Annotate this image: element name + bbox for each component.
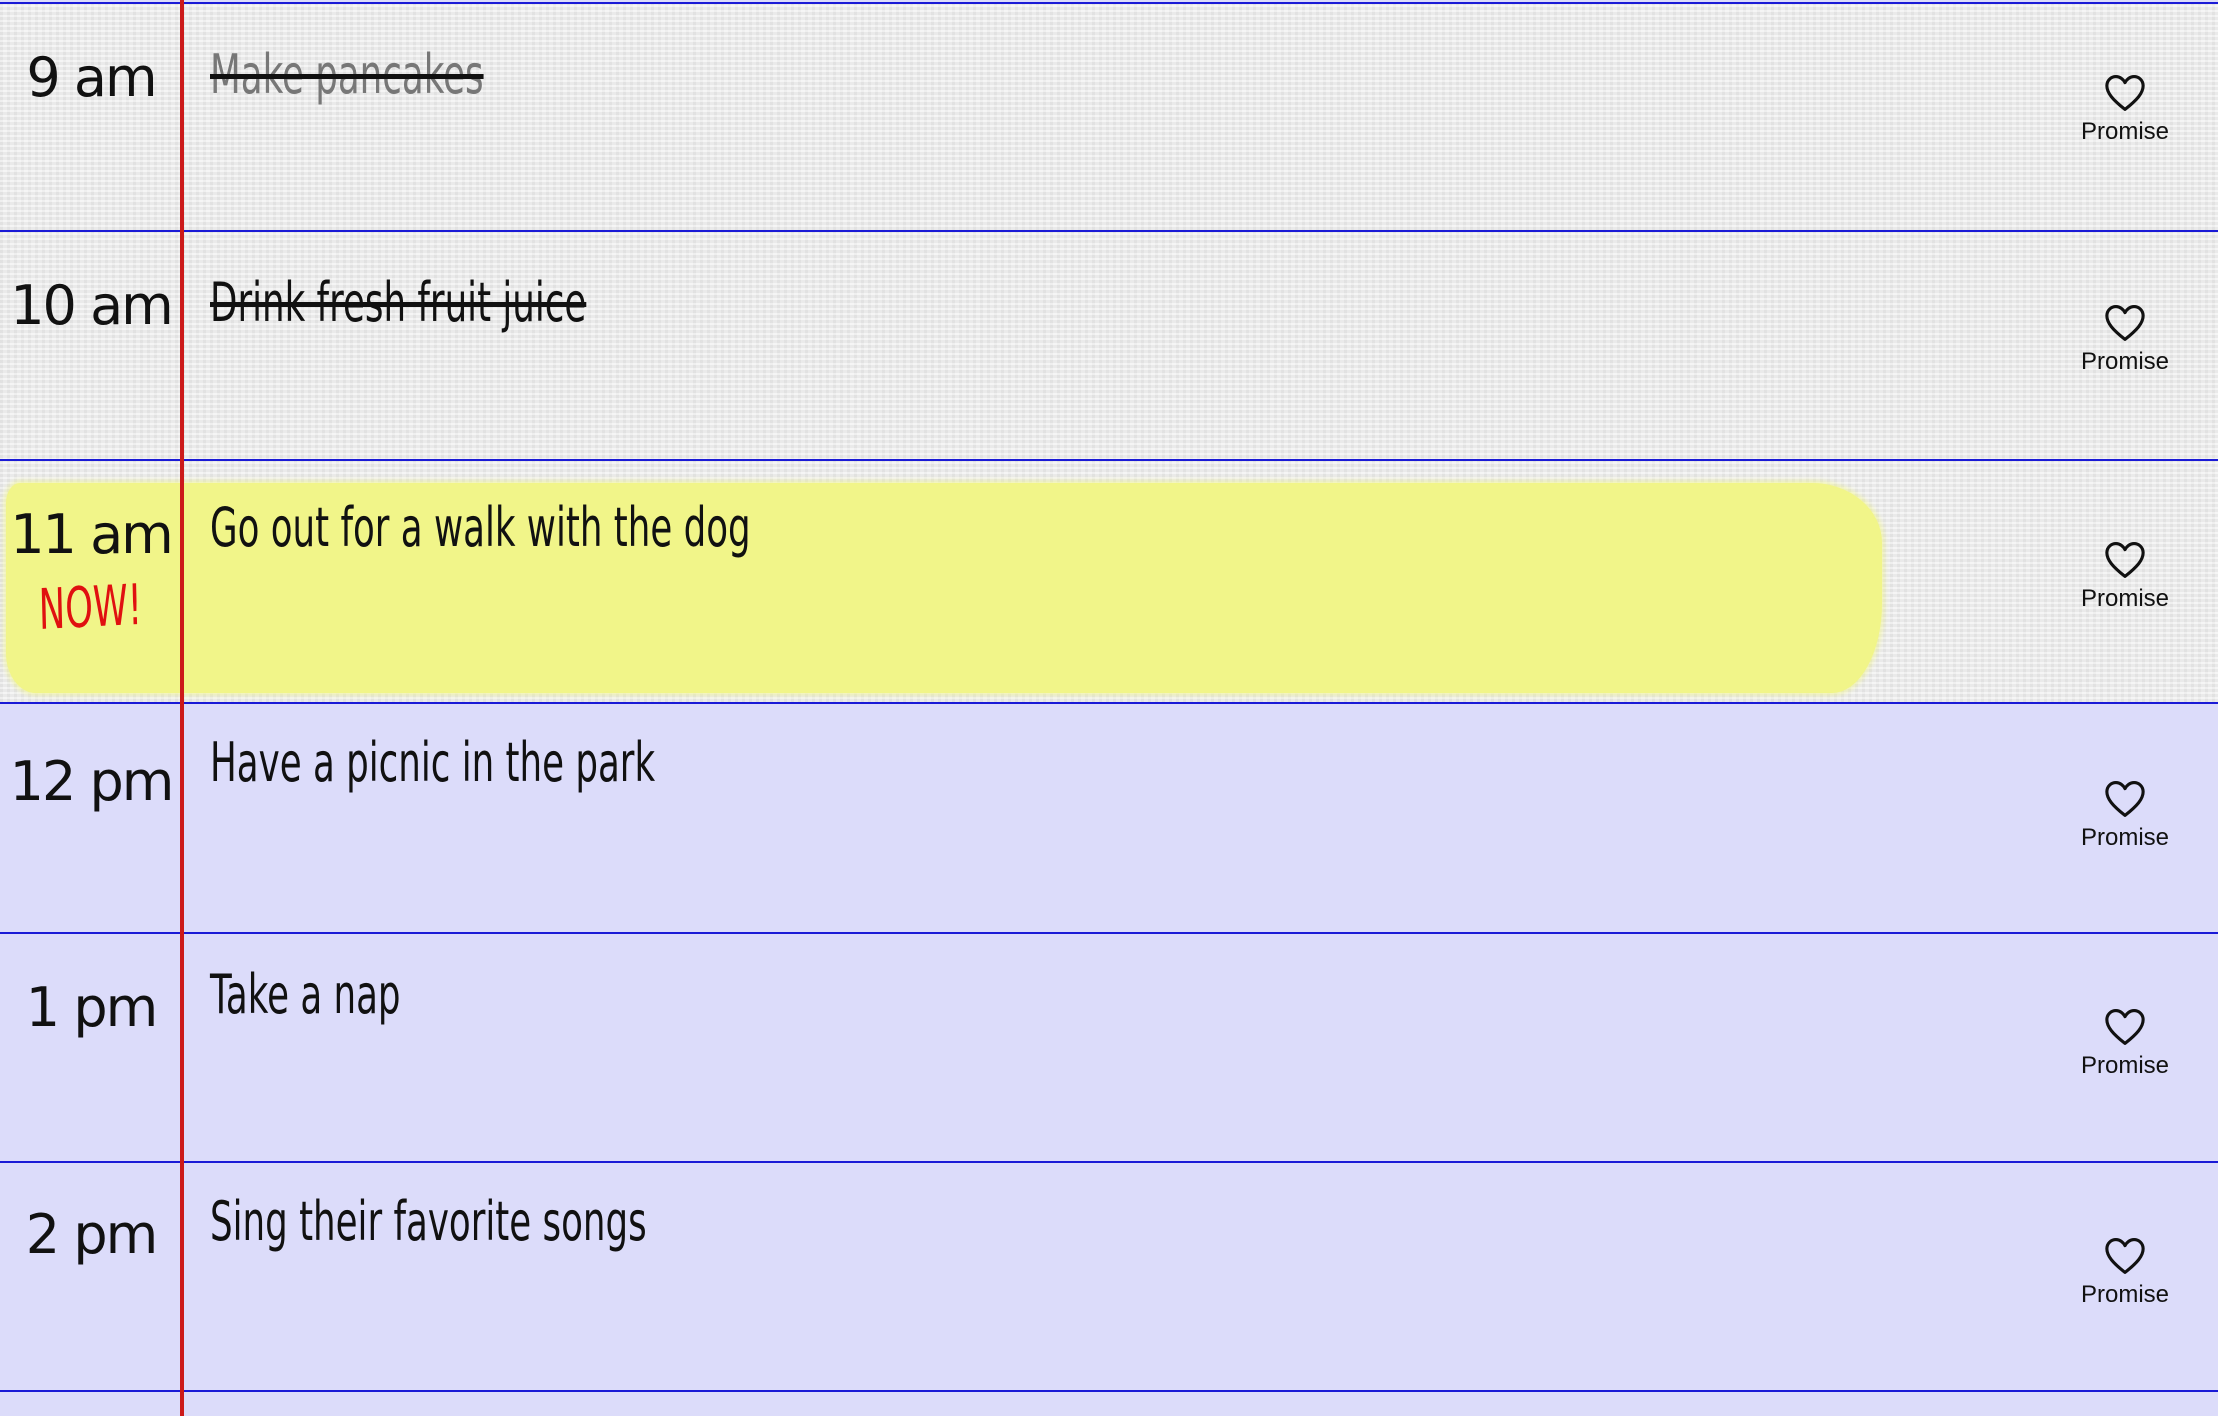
- task-text[interactable]: Drink fresh fruit juice: [210, 276, 586, 330]
- promise-label: Promise: [2080, 1281, 2170, 1308]
- time-label: 10 am: [10, 274, 174, 337]
- promise-button[interactable]: Promise: [2070, 74, 2180, 164]
- time-label: 11 am: [10, 503, 174, 566]
- heart-outline-icon: [2105, 305, 2145, 341]
- promise-button[interactable]: Promise: [2070, 1008, 2180, 1098]
- task-text[interactable]: Sing their favorite songs: [210, 1195, 647, 1249]
- schedule-row-9am: 9 am Make pancakes Promise: [0, 2, 2218, 232]
- time-label: 9 am: [26, 46, 157, 109]
- promise-label: Promise: [2080, 1052, 2170, 1079]
- schedule-row-12pm: 12 pm Have a picnic in the park Promise: [0, 702, 2218, 934]
- schedule-planner: 9 am Make pancakes Promise 10 am Drink f…: [0, 0, 2218, 1416]
- task-text[interactable]: Have a picnic in the park: [210, 736, 655, 790]
- promise-label: Promise: [2080, 348, 2170, 375]
- promise-button[interactable]: Promise: [2070, 304, 2180, 394]
- promise-label: Promise: [2080, 118, 2170, 145]
- heart-outline-icon: [2105, 781, 2145, 817]
- task-text[interactable]: Go out for a walk with the dog: [210, 501, 751, 555]
- schedule-row-1pm: 1 pm Take a nap Promise: [0, 932, 2218, 1162]
- heart-outline-icon: [2105, 1009, 2145, 1045]
- promise-label: Promise: [2080, 824, 2170, 851]
- task-text[interactable]: Take a nap: [210, 968, 401, 1022]
- promise-button[interactable]: Promise: [2070, 541, 2180, 631]
- now-badge: NOW!: [38, 572, 143, 643]
- bottom-rule-line: [0, 1390, 2218, 1392]
- margin-line: [180, 0, 184, 1416]
- schedule-row-10am: 10 am Drink fresh fruit juice Promise: [0, 230, 2218, 460]
- task-text[interactable]: Make pancakes: [210, 48, 484, 102]
- heart-outline-icon: [2105, 1238, 2145, 1274]
- schedule-row-2pm: 2 pm Sing their favorite songs Promise: [0, 1161, 2218, 1391]
- promise-label: Promise: [2080, 585, 2170, 612]
- time-label: 2 pm: [25, 1203, 158, 1266]
- time-label: 1 pm: [25, 976, 158, 1039]
- promise-button[interactable]: Promise: [2070, 780, 2180, 870]
- time-label: 12 pm: [9, 750, 175, 813]
- heart-outline-icon: [2105, 75, 2145, 111]
- promise-button[interactable]: Promise: [2070, 1237, 2180, 1327]
- schedule-row-11am: 11 am NOW! Go out for a walk with the do…: [0, 459, 2218, 704]
- heart-outline-icon: [2105, 542, 2145, 578]
